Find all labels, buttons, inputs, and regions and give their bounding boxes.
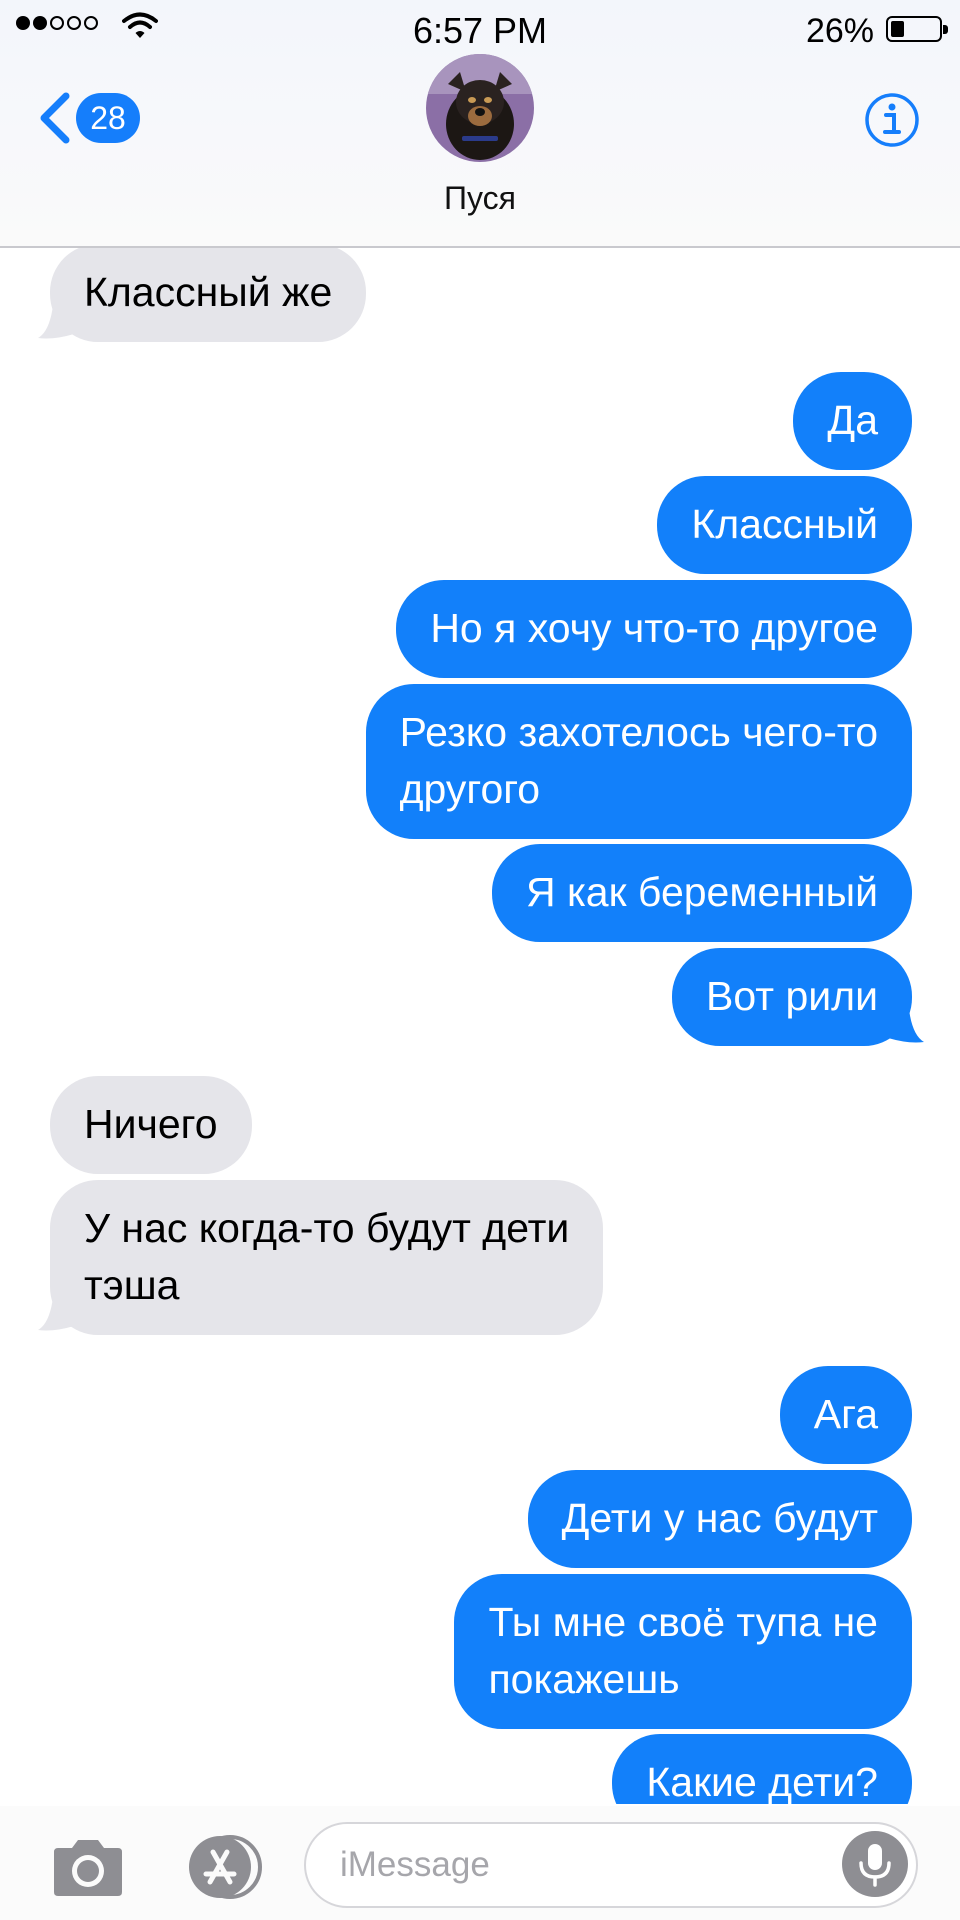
message-bubble-sent[interactable]: Ага bbox=[779, 1366, 912, 1464]
message-bubble-sent[interactable]: Резко захотелось чего-то другого bbox=[365, 684, 912, 839]
message-bubble-received[interactable]: У нас когда-то будут дети тэша bbox=[50, 1180, 604, 1335]
chevron-left-icon bbox=[40, 92, 70, 144]
message-field[interactable] bbox=[304, 1822, 918, 1908]
message-bubble-sent[interactable]: Я как беременный bbox=[491, 844, 912, 942]
contact-name[interactable]: Пуся bbox=[0, 180, 960, 217]
message-bubble-sent[interactable]: Ты мне своё тупа не покажешь bbox=[454, 1574, 912, 1729]
message-bubble-received[interactable]: Классный же bbox=[50, 248, 367, 342]
message-bubble-received[interactable]: Ничего bbox=[50, 1076, 252, 1174]
back-button[interactable]: 28 bbox=[38, 88, 140, 148]
message-bubble-sent[interactable]: Дети у нас будут bbox=[527, 1470, 912, 1568]
microphone-button[interactable] bbox=[842, 1831, 908, 1897]
microphone-icon bbox=[859, 1844, 891, 1887]
message-thread[interactable]: Классный же Да Классный Но я хочу что-то… bbox=[0, 248, 960, 1804]
message-bubble-sent[interactable]: Да bbox=[793, 372, 912, 470]
conversation-header: 6:57 PM 26% 28 Пуся bbox=[0, 0, 960, 248]
unread-count-badge: 28 bbox=[76, 93, 140, 143]
camera-icon[interactable] bbox=[50, 1836, 126, 1898]
message-bubble-sent[interactable]: Классный bbox=[657, 476, 912, 574]
app-store-icon[interactable] bbox=[176, 1834, 262, 1900]
battery-icon bbox=[886, 16, 948, 42]
contact-avatar[interactable] bbox=[426, 54, 534, 162]
bubble-tail bbox=[38, 1286, 74, 1331]
compose-bar bbox=[0, 1806, 960, 1920]
message-bubble-sent[interactable]: Какие дети? bbox=[612, 1734, 912, 1804]
message-input[interactable] bbox=[340, 1824, 820, 1906]
info-icon[interactable] bbox=[864, 92, 920, 148]
message-bubble-sent[interactable]: Вот рили bbox=[672, 948, 912, 1046]
message-bubble-sent[interactable]: Но я хочу что-то другое bbox=[396, 580, 912, 678]
bubble-tail bbox=[38, 294, 74, 339]
battery-percentage: 26% bbox=[805, 12, 874, 50]
bubble-tail bbox=[888, 998, 924, 1043]
